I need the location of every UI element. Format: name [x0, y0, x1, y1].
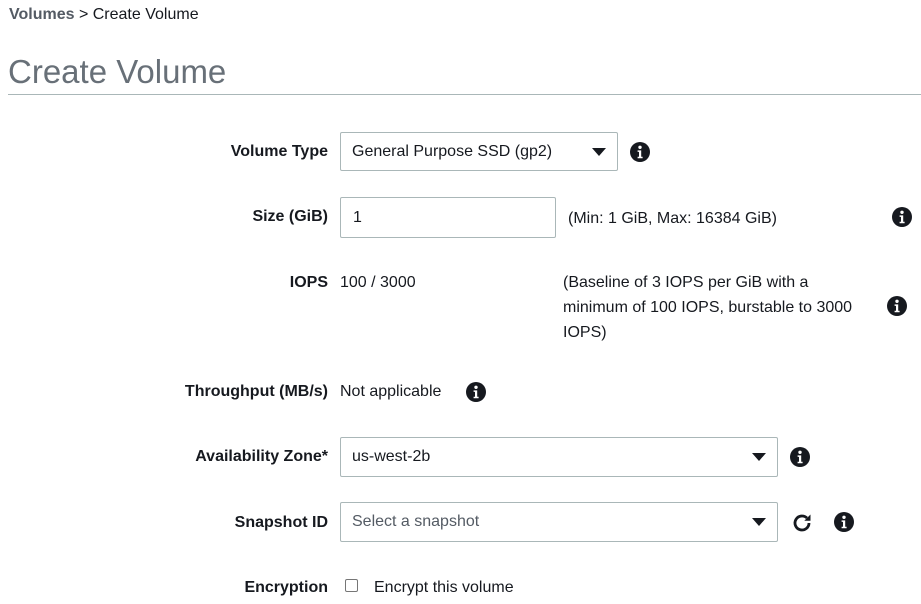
- iops-label: IOPS: [289, 274, 328, 291]
- snapshot-id-label: Snapshot ID: [234, 514, 328, 531]
- info-icon[interactable]: [790, 447, 810, 467]
- breadcrumb-separator: >: [78, 6, 89, 23]
- availability-zone-value: us-west-2b: [352, 448, 431, 465]
- throughput-label: Throughput (MB/s): [184, 383, 328, 400]
- iops-value: 100 / 3000: [340, 274, 416, 291]
- info-icon[interactable]: [887, 296, 907, 316]
- size-input[interactable]: [340, 197, 556, 238]
- throughput-value: Not applicable: [340, 383, 442, 400]
- encryption-label: Encryption: [244, 579, 328, 596]
- page-title: Create Volume: [8, 53, 227, 90]
- encrypt-volume-checkbox-label[interactable]: Encrypt this volume: [374, 579, 514, 597]
- breadcrumb-current: Create Volume: [92, 6, 199, 23]
- volume-type-select[interactable]: General Purpose SSD (gp2): [340, 132, 618, 171]
- availability-zone-label: Availability Zone*: [195, 448, 328, 465]
- snapshot-placeholder: Select a snapshot: [352, 513, 480, 530]
- breadcrumb-volumes-link[interactable]: Volumes: [9, 6, 75, 23]
- title-divider: [8, 94, 921, 95]
- info-icon[interactable]: [630, 142, 650, 162]
- volume-type-label: Volume Type: [230, 143, 328, 160]
- info-icon[interactable]: [834, 512, 854, 532]
- snapshot-select[interactable]: Select a snapshot: [340, 502, 778, 542]
- info-icon[interactable]: [892, 207, 912, 227]
- caret-down-icon: [752, 453, 766, 461]
- refresh-icon[interactable]: [790, 511, 814, 535]
- breadcrumb: Volumes > Create Volume: [9, 5, 199, 25]
- caret-down-icon: [752, 518, 766, 526]
- availability-zone-select[interactable]: us-west-2b: [340, 437, 778, 477]
- size-range-hint: (Min: 1 GiB, Max: 16384 GiB): [568, 210, 777, 227]
- caret-down-icon: [592, 147, 606, 156]
- volume-type-value: General Purpose SSD (gp2): [352, 142, 553, 160]
- iops-note: (Baseline of 3 IOPS per GiB with a minim…: [563, 274, 853, 341]
- info-icon[interactable]: [466, 382, 486, 402]
- size-label: Size (GiB): [252, 208, 328, 225]
- encrypt-volume-checkbox[interactable]: [345, 579, 358, 592]
